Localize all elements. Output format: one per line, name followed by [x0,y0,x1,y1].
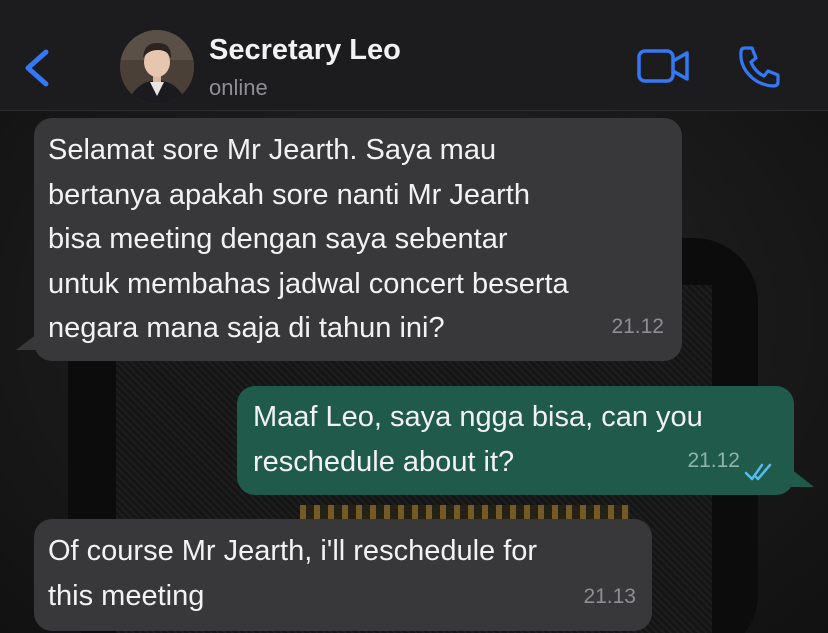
message-time: 21.12 [611,314,664,338]
video-camera-icon [637,49,689,83]
back-button[interactable] [18,40,58,96]
contact-name[interactable]: Secretary Leo [209,34,401,67]
chevron-left-icon [25,49,49,87]
message-time: 21.13 [583,584,636,608]
incoming-message[interactable]: Selamat sore Mr Jearth. Saya mau bertany… [34,118,682,361]
avatar-image [120,30,194,104]
outgoing-message[interactable]: Maaf Leo, saya ngga bisa, can you resche… [237,386,794,495]
message-time: 21.12 [687,448,740,472]
video-call-button[interactable] [636,46,692,86]
avatar[interactable] [120,30,194,104]
phone-icon [739,46,780,88]
voice-call-button[interactable] [736,44,784,88]
chat-header: Secretary Leo online [0,0,828,111]
chat-screen: Secretary Leo online Selamat sore Mr Jea… [0,0,828,633]
double-check-icon [744,463,772,481]
contact-status: online [209,75,268,100]
message-text: Selamat sore Mr Jearth. Saya mau bertany… [48,134,569,344]
message-text: Of course Mr Jearth, i'll reschedule for… [48,535,538,612]
incoming-message[interactable]: Of course Mr Jearth, i'll reschedule for… [34,519,652,631]
